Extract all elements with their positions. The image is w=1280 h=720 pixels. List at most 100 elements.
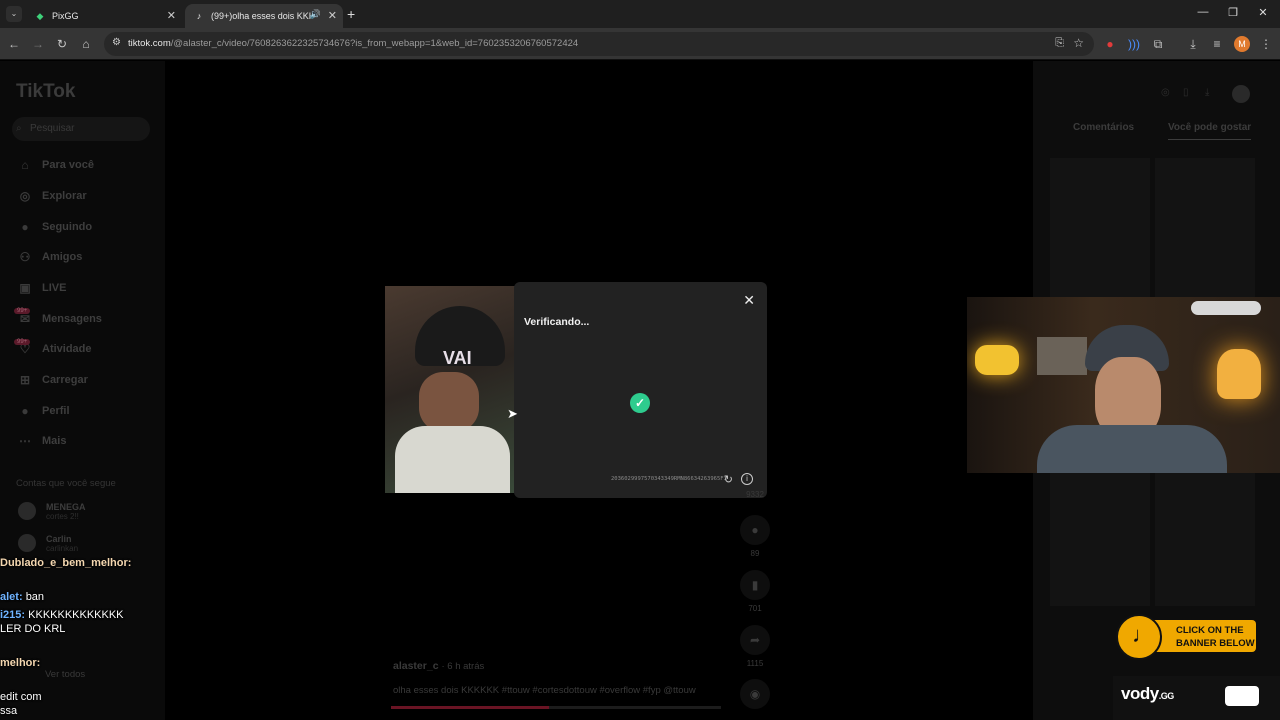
sponsor-banner[interactable]: ♩ CLICK ON THE BANNER BELOW bbox=[1116, 614, 1256, 660]
following-avatar-icon: ● bbox=[21, 220, 29, 234]
bookmark-star-icon[interactable]: ☆ bbox=[1073, 36, 1084, 50]
video-progress-bar[interactable] bbox=[391, 706, 721, 709]
account-name: Carlin bbox=[46, 534, 72, 544]
nav-more[interactable]: ⋯ Mais bbox=[16, 430, 66, 452]
share-action[interactable]: ➦ 1115 bbox=[738, 625, 772, 668]
nav-profile[interactable]: ● Perfil bbox=[16, 400, 70, 422]
share-icon: ➦ bbox=[740, 625, 770, 655]
account-item[interactable]: Carlin carlinkan bbox=[18, 534, 78, 553]
download-icon[interactable]: ⤓ bbox=[1205, 87, 1209, 98]
account-name: MENEGA bbox=[46, 502, 86, 512]
video-player[interactable]: VAI bbox=[385, 286, 520, 493]
media-control-icon[interactable]: ≡ bbox=[1209, 36, 1225, 52]
avatar bbox=[18, 502, 36, 520]
download-icon[interactable]: ⤓ bbox=[1185, 36, 1201, 52]
search-input[interactable]: Pesquisar bbox=[12, 117, 150, 141]
install-app-icon[interactable]: ⎘ bbox=[1055, 37, 1064, 50]
forward-icon[interactable]: → bbox=[30, 36, 46, 52]
nav-label: Explorar bbox=[42, 190, 87, 202]
minimize-button[interactable]: — bbox=[1188, 6, 1218, 18]
extension-audio-icon[interactable]: ))) bbox=[1126, 36, 1142, 52]
progress-fill bbox=[391, 706, 550, 709]
tab-comments[interactable]: Comentários bbox=[1073, 122, 1134, 133]
chat-message: edit com bbox=[0, 691, 42, 703]
bookmark-action[interactable]: ▮ 701 bbox=[738, 570, 772, 613]
nav-upload[interactable]: ⊞ Carregar bbox=[16, 369, 88, 391]
webcam-lamp-right bbox=[1217, 349, 1261, 399]
browser-tab-bar: ⌄ ◆ PixGG ✕ ♪ (99+)olha esses dois KKKKK… bbox=[0, 0, 1280, 28]
vody-banner[interactable]: vody.GG bbox=[1113, 676, 1280, 720]
suggested-video-thumb[interactable] bbox=[1050, 158, 1150, 318]
nav-explore[interactable]: ◎ Explorar bbox=[16, 185, 87, 207]
home-icon: ⌂ bbox=[21, 158, 29, 172]
home-icon[interactable]: ⌂ bbox=[78, 36, 94, 52]
video-face-shape bbox=[419, 372, 479, 432]
profile-avatar[interactable]: M bbox=[1234, 36, 1250, 52]
compass-icon[interactable]: ◎ bbox=[1161, 87, 1170, 98]
speaker-icon[interactable]: 🔊 bbox=[310, 9, 321, 20]
nav-label: Perfil bbox=[42, 405, 70, 417]
suggested-video-thumb[interactable] bbox=[1155, 158, 1255, 318]
webcam-car-model bbox=[1191, 301, 1261, 315]
chat-line: melhor: bbox=[0, 657, 40, 669]
extension-red-icon[interactable]: ● bbox=[1102, 36, 1118, 52]
tab-pixgg[interactable]: ◆ PixGG ✕ bbox=[26, 4, 182, 28]
nav-label: Mensagens bbox=[42, 313, 102, 325]
tab-list-icon[interactable]: ⌄ bbox=[6, 6, 22, 22]
tab-tiktok[interactable]: ♪ (99+)olha esses dois KKKKKK 🔊 ✕ bbox=[185, 4, 343, 28]
url-text[interactable]: tiktok.com/@alaster_c/video/760826362232… bbox=[128, 38, 578, 49]
restore-button[interactable]: ❐ bbox=[1218, 6, 1248, 19]
banner-cursor-icon: ♩ bbox=[1132, 622, 1154, 647]
chat-line: alet: ban bbox=[0, 591, 44, 603]
nav-live[interactable]: ▣ LIVE bbox=[16, 277, 66, 299]
banner-line2: BANNER BELOW bbox=[1176, 638, 1255, 649]
chat-line: LER DO KRL bbox=[0, 623, 65, 635]
comment-action[interactable]: ● 89 bbox=[738, 515, 772, 558]
phone-icon[interactable]: ▯ bbox=[1183, 87, 1189, 98]
back-icon[interactable]: ← bbox=[6, 36, 22, 52]
see-all-link[interactable]: Ver todos bbox=[45, 669, 85, 680]
chat-message: LER DO KRL bbox=[0, 623, 66, 635]
extensions-puzzle-icon[interactable]: ⧉ bbox=[1150, 36, 1166, 52]
music-disc[interactable]: ◉ bbox=[738, 679, 772, 709]
account-handle: cortes 2!! bbox=[46, 512, 79, 521]
bookmark-count: 701 bbox=[748, 604, 762, 613]
close-icon[interactable]: ✕ bbox=[743, 292, 755, 309]
new-tab-button[interactable]: + bbox=[347, 6, 355, 22]
tab-you-may-like[interactable]: Você pode gostar bbox=[1168, 122, 1252, 140]
upload-icon: ⊞ bbox=[19, 373, 31, 387]
address-bar[interactable]: ⚙ tiktok.com/@alaster_c/video/7608263622… bbox=[104, 32, 1094, 56]
menu-kebab-icon[interactable]: ⋮ bbox=[1258, 36, 1274, 52]
chat-message: ban bbox=[25, 591, 45, 603]
account-item[interactable]: MENEGA cortes 2!! bbox=[18, 502, 86, 521]
info-icon[interactable]: i bbox=[741, 473, 753, 485]
chat-line: edit com bbox=[0, 691, 42, 703]
webcam-shirt bbox=[1037, 425, 1227, 473]
video-author[interactable]: alaster_c · 6 h atrás bbox=[393, 660, 484, 672]
reload-icon[interactable]: ↻ bbox=[54, 36, 70, 52]
site-info-icon[interactable]: ⚙ bbox=[112, 37, 121, 48]
nav-label: Para você bbox=[42, 159, 94, 171]
more-dots-icon: ⋯ bbox=[19, 434, 31, 448]
tiktok-logo[interactable]: TikTok bbox=[16, 81, 75, 103]
chat-user: i215: bbox=[0, 609, 26, 621]
account-handle: carlinkan bbox=[46, 544, 79, 553]
close-tab-icon[interactable]: ✕ bbox=[328, 9, 337, 22]
nav-label: Carregar bbox=[42, 374, 88, 386]
activity-badge: 99+ bbox=[14, 339, 31, 345]
webcam-plaque bbox=[1037, 337, 1087, 375]
search-icon: ⌕ bbox=[16, 123, 22, 134]
tab-title: PixGG bbox=[52, 11, 79, 21]
close-tab-icon[interactable]: ✕ bbox=[167, 9, 176, 22]
nav-for-you[interactable]: ⌂ Para você bbox=[16, 154, 94, 176]
refresh-icon[interactable]: ↻ bbox=[724, 473, 733, 486]
user-avatar[interactable] bbox=[1232, 85, 1250, 103]
close-window-button[interactable]: ✕ bbox=[1248, 6, 1278, 19]
tab-title: (99+)olha esses dois KKKKKK bbox=[211, 11, 311, 21]
nav-following[interactable]: ● Seguindo bbox=[16, 216, 92, 238]
nav-label: Amigos bbox=[42, 251, 83, 263]
nav-friends[interactable]: ⚇ Amigos bbox=[16, 246, 83, 268]
verification-code: 2036029997570343349RMN86634263965F3 bbox=[611, 476, 727, 482]
video-overlay-text: VAI bbox=[443, 348, 472, 368]
like-action[interactable]: 9332 bbox=[738, 486, 772, 499]
